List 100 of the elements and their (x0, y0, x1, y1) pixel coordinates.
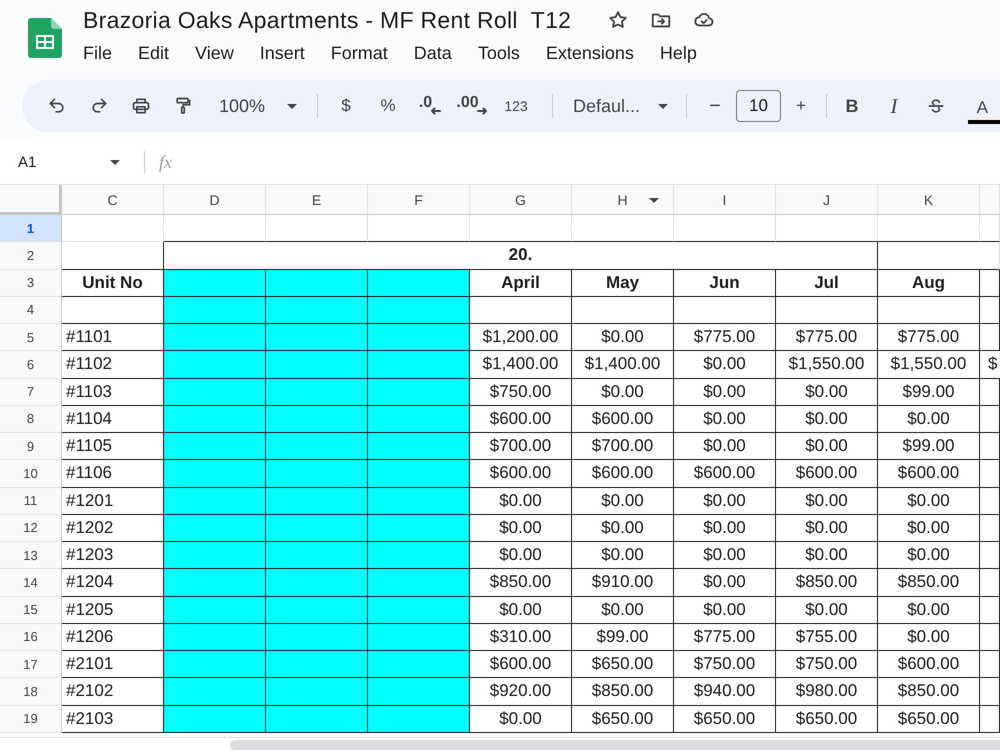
menu-item[interactable]: Format (330, 42, 388, 64)
menu-item[interactable]: Data (414, 42, 452, 64)
increase-decimal-button[interactable]: .00 (454, 88, 490, 124)
column-header[interactable]: H (572, 185, 674, 215)
function-label: fx (159, 152, 172, 172)
table-cell: $0.00 (674, 488, 776, 515)
menu-item[interactable]: Insert (260, 42, 305, 64)
right-arrow-icon (476, 107, 488, 115)
table-cell: $99.00 (878, 433, 980, 460)
menu-item[interactable]: View (195, 42, 234, 64)
table-cell: $0.00 (776, 542, 878, 570)
row-header[interactable]: 6 (0, 351, 62, 378)
number-format-button[interactable]: 123 (496, 88, 536, 124)
row-header[interactable]: 19 (0, 706, 62, 733)
table-cell: $775.00 (776, 324, 878, 352)
row-header[interactable]: 14 (0, 569, 62, 596)
table-cell: $0.00 (776, 406, 878, 433)
row-header[interactable]: 1 (0, 215, 62, 242)
column-header[interactable]: C (62, 185, 164, 215)
table-cell: $940.00 (674, 678, 776, 706)
table-cell: $650.00 (878, 706, 980, 733)
column-header[interactable]: J (776, 185, 878, 215)
increase-font-size-button[interactable]: + (783, 88, 819, 124)
header-cell: Aug (878, 270, 980, 297)
header-cell: Jun (674, 270, 776, 297)
caret-icon (110, 160, 120, 164)
empty-cell (980, 324, 1000, 352)
row-header[interactable]: 15 (0, 596, 62, 624)
column-header[interactable]: K (878, 185, 980, 215)
empty-cell (980, 596, 1000, 624)
row-header[interactable]: 5 (0, 324, 62, 352)
table-cell: $850.00 (470, 569, 572, 596)
decrease-decimal-button[interactable]: .0 (412, 88, 448, 124)
table-cell: $600.00 (674, 460, 776, 488)
decrease-font-size-button[interactable]: − (697, 88, 733, 124)
row-header[interactable]: 13 (0, 542, 62, 570)
column-header[interactable]: I (674, 185, 776, 215)
table-cell: $850.00 (878, 569, 980, 596)
table-cell: $0.00 (878, 624, 980, 651)
menu-item[interactable]: File (83, 42, 112, 64)
table-cell: $0.00 (674, 351, 776, 378)
empty-cell (980, 378, 1000, 406)
percent-format-button[interactable]: % (370, 88, 406, 124)
spreadsheet-logo-icon[interactable] (28, 18, 62, 58)
table-cell: $0.00 (674, 378, 776, 406)
currency-format-button[interactable]: $ (328, 88, 364, 124)
column-header[interactable]: G (470, 185, 572, 215)
table-cell: $0.00 (572, 378, 674, 406)
empty-cell (980, 678, 1000, 706)
table-cell: $0.00 (878, 488, 980, 515)
column-header[interactable]: D (164, 185, 266, 215)
table-cell: $920.00 (470, 678, 572, 706)
row-header[interactable]: 12 (0, 514, 62, 542)
table-cell: $650.00 (572, 706, 674, 733)
row-header[interactable]: 9 (0, 433, 62, 460)
caret-icon[interactable] (649, 198, 659, 203)
table-cell: $650.00 (572, 651, 674, 678)
table-cell: $0.00 (878, 514, 980, 542)
table-cell: $600.00 (470, 406, 572, 433)
row-header[interactable]: 17 (0, 651, 62, 678)
menu-item[interactable]: Help (660, 42, 697, 64)
row-header[interactable]: 8 (0, 406, 62, 433)
table-cell: $850.00 (776, 569, 878, 596)
row-header[interactable]: 11 (0, 488, 62, 515)
name-box[interactable]: A1 (0, 147, 130, 177)
empty-cell (980, 460, 1000, 488)
document-title[interactable]: Brazoria Oaks Apartments - MF Rent Roll T12 (83, 6, 572, 34)
menu-item[interactable]: Tools (478, 42, 520, 64)
row-header[interactable]: 4 (0, 296, 62, 324)
column-header[interactable]: F (368, 185, 470, 215)
empty-cell (980, 569, 1000, 596)
table-cell: $700.00 (572, 433, 674, 460)
star-icon[interactable] (607, 9, 630, 31)
empty-cell (980, 296, 1000, 324)
text-color-button[interactable]: A (960, 88, 1000, 124)
table-cell: $ (980, 351, 1000, 378)
row-header[interactable]: 7 (0, 378, 62, 406)
column-header[interactable]: E (266, 185, 368, 215)
table-cell: $600.00 (572, 460, 674, 488)
left-arrow-icon (430, 107, 442, 115)
row-header[interactable]: 16 (0, 624, 62, 651)
table-cell: $0.00 (674, 569, 776, 596)
empty-cell (980, 514, 1000, 542)
table-cell: $0.00 (470, 514, 572, 542)
table-cell: $0.00 (674, 433, 776, 460)
row-header[interactable]: 18 (0, 678, 62, 706)
font-size-field[interactable]: 10 (736, 90, 781, 122)
table-cell: $1,200.00 (470, 324, 572, 352)
zoom-dropdown[interactable]: 100% (207, 88, 307, 124)
menu-item[interactable]: Extensions (546, 42, 634, 64)
italic-button[interactable]: I (876, 88, 912, 124)
scrollbar-thumb[interactable] (230, 740, 1000, 750)
row-header[interactable]: 2 (0, 242, 62, 270)
bold-button[interactable]: B (834, 88, 870, 124)
row-header[interactable]: 10 (0, 460, 62, 488)
table-cell: $310.00 (470, 624, 572, 651)
font-dropdown[interactable]: Defaul... (563, 88, 676, 124)
menu-item[interactable]: Edit (138, 42, 170, 64)
table-cell: $0.00 (674, 596, 776, 624)
row-header[interactable]: 3 (0, 270, 62, 297)
